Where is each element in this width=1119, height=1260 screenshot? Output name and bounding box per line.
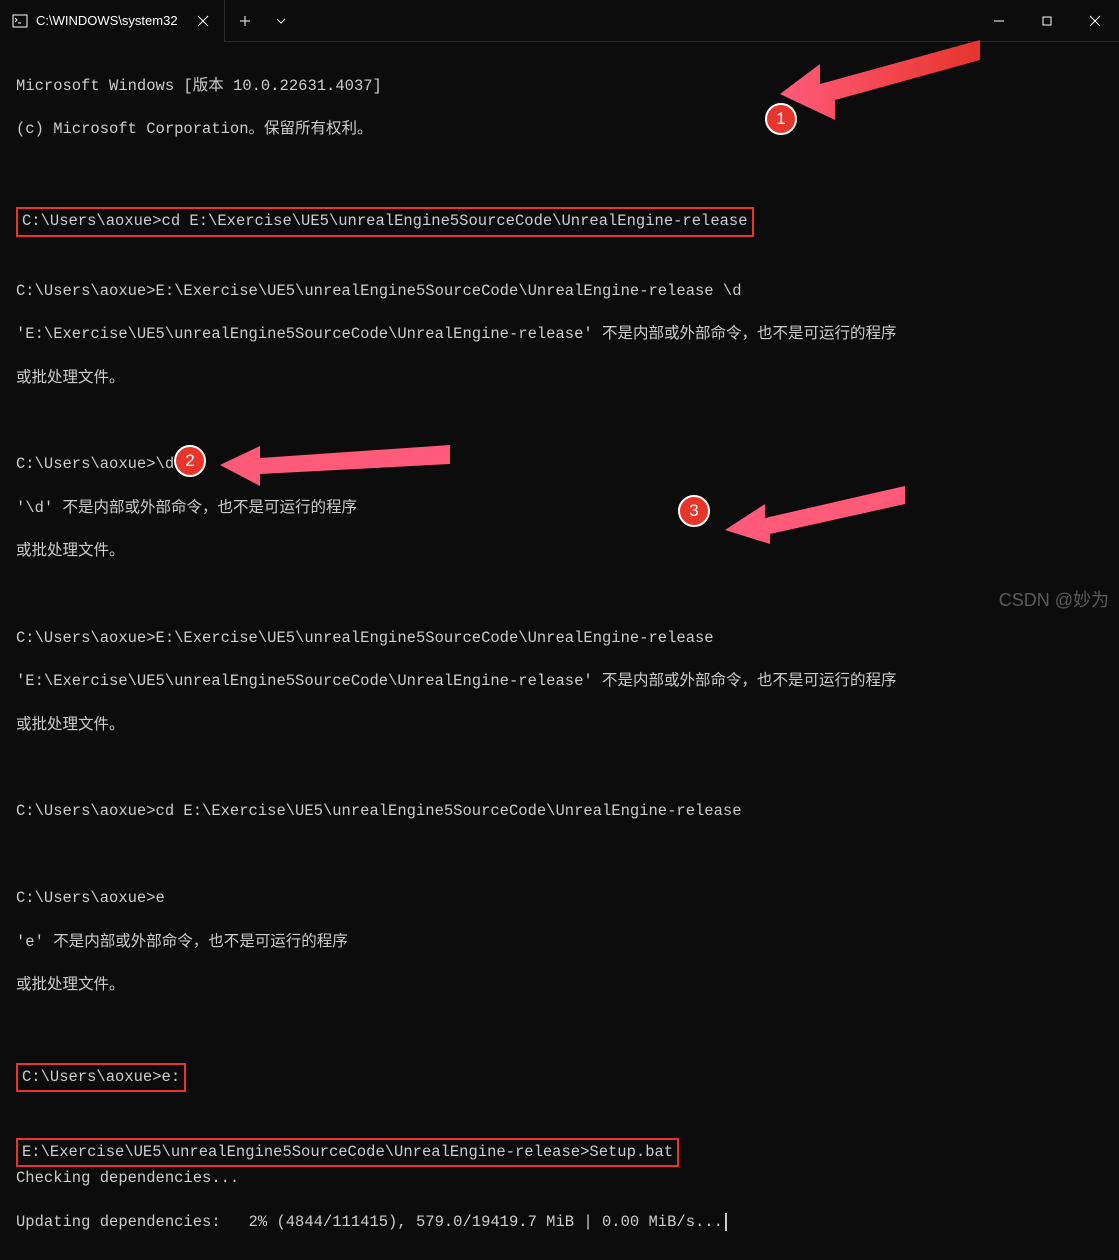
cursor: [725, 1213, 727, 1231]
blank-line: [16, 411, 1103, 433]
highlight-box-1: C:\Users\aoxue>cd E:\Exercise\UE5\unreal…: [16, 207, 754, 237]
error-line: 'E:\Exercise\UE5\unrealEngine5SourceCode…: [16, 324, 1103, 346]
window-controls: [975, 0, 1119, 42]
command-text: cd E:\Exercise\UE5\unrealEngine5SourceCo…: [162, 212, 748, 230]
minimize-button[interactable]: [975, 0, 1023, 42]
blank-line: [16, 1093, 1103, 1115]
error-line: 或批处理文件。: [16, 541, 1103, 563]
command-line: C:\Users\aoxue>E:\Exercise\UE5\unrealEng…: [16, 628, 1103, 650]
terminal-icon: [12, 13, 28, 29]
prompt: C:\Users\aoxue>: [22, 212, 162, 230]
tab-active[interactable]: C:\WINDOWS\system32: [0, 0, 225, 42]
error-line: 或批处理文件。: [16, 368, 1103, 390]
output-line: Updating dependencies: 2% (4844/111415),…: [16, 1212, 1103, 1234]
annotation-number-3: 3: [678, 495, 710, 527]
error-line: 或批处理文件。: [16, 715, 1103, 737]
close-button[interactable]: [1071, 0, 1119, 42]
blank-line: [16, 845, 1103, 867]
blank-line: [16, 585, 1103, 607]
output-line: Checking dependencies...: [16, 1168, 1103, 1190]
command-line: C:\Users\aoxue>cd E:\Exercise\UE5\unreal…: [16, 801, 1103, 823]
titlebar: C:\WINDOWS\system32: [0, 0, 1119, 42]
blank-line: [16, 1018, 1103, 1040]
prompt: E:\Exercise\UE5\unrealEngine5SourceCode\…: [22, 1143, 589, 1161]
tab-close-button[interactable]: [194, 12, 212, 30]
annotation-number-1: 1: [765, 103, 797, 135]
error-line: '\d' 不是内部或外部命令，也不是可运行的程序: [16, 498, 1103, 520]
command-text: e:: [162, 1068, 181, 1086]
new-tab-button[interactable]: [225, 0, 265, 42]
tab-title: C:\WINDOWS\system32: [36, 13, 178, 28]
command-line: C:\Users\aoxue>e: [16, 888, 1103, 910]
terminal-output[interactable]: Microsoft Windows [版本 10.0.22631.4037] (…: [0, 42, 1119, 1260]
maximize-button[interactable]: [1023, 0, 1071, 42]
error-line: 或批处理文件。: [16, 975, 1103, 997]
blank-line: [16, 758, 1103, 780]
prompt: C:\Users\aoxue>: [22, 1068, 162, 1086]
blank-line: [16, 162, 1103, 184]
copyright-line: (c) Microsoft Corporation。保留所有权利。: [16, 119, 1103, 141]
tab-dropdown-button[interactable]: [265, 0, 297, 42]
header-line: Microsoft Windows [版本 10.0.22631.4037]: [16, 76, 1103, 98]
command-text: Setup.bat: [589, 1143, 673, 1161]
watermark: CSDN @妙为: [999, 586, 1109, 612]
error-line: 'e' 不是内部或外部命令，也不是可运行的程序: [16, 932, 1103, 954]
annotation-number-2: 2: [174, 445, 206, 477]
blank-line: [16, 238, 1103, 260]
highlight-box-2: C:\Users\aoxue>e:: [16, 1063, 186, 1093]
command-line: C:\Users\aoxue>E:\Exercise\UE5\unrealEng…: [16, 281, 1103, 303]
error-line: 'E:\Exercise\UE5\unrealEngine5SourceCode…: [16, 671, 1103, 693]
highlight-box-3: E:\Exercise\UE5\unrealEngine5SourceCode\…: [16, 1138, 679, 1168]
